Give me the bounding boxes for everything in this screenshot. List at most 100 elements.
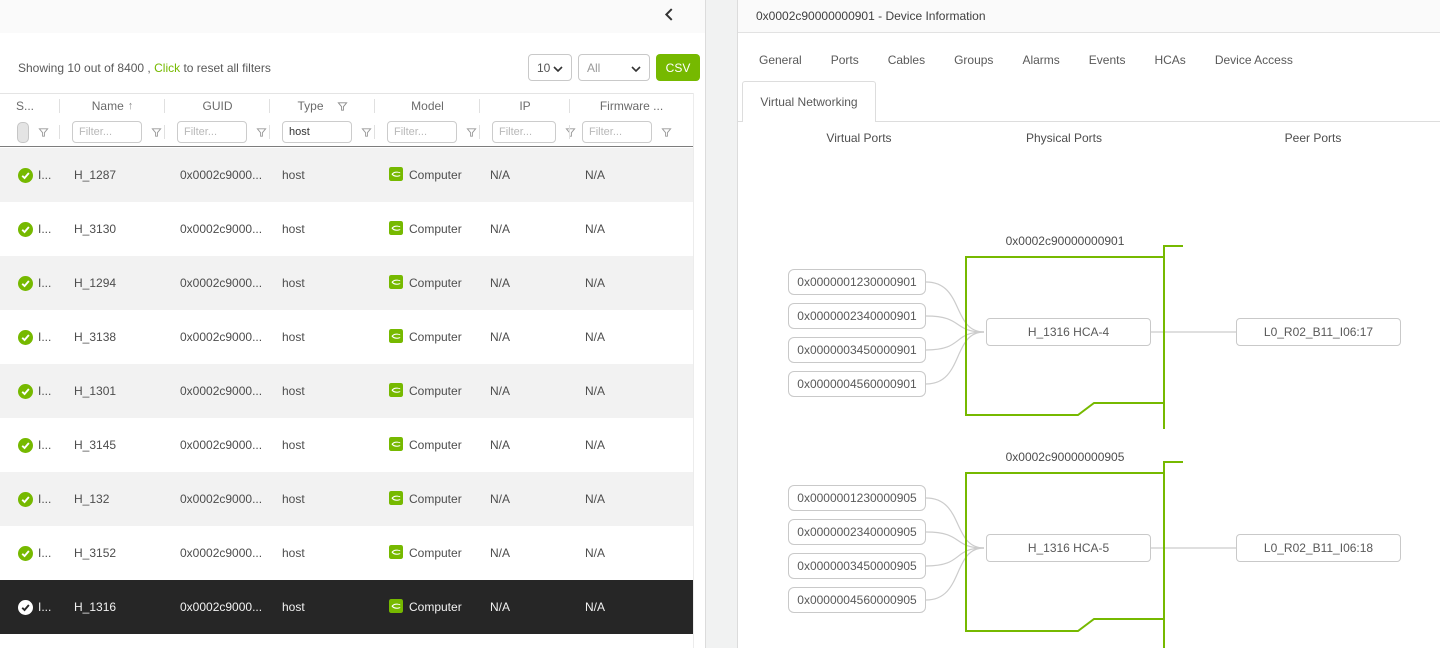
status-ok-icon xyxy=(18,492,33,507)
tab-device-access[interactable]: Device Access xyxy=(1215,53,1293,67)
table-row[interactable]: I... H_1294 0x0002c9000... host Computer… xyxy=(0,256,693,310)
status-ok-icon xyxy=(18,438,33,453)
tab-general[interactable]: General xyxy=(759,53,802,67)
device-info-header: 0x0002c90000000901 - Device Information xyxy=(738,0,1440,33)
virtual-port-box[interactable]: 0x0000004560000905 xyxy=(788,587,926,613)
nvidia-logo-icon xyxy=(389,221,403,238)
filter-funnel-icon[interactable] xyxy=(466,127,477,138)
virtual-port-box[interactable]: 0x0000004560000901 xyxy=(788,371,926,397)
vertical-scrollbar[interactable] xyxy=(693,93,705,648)
nvidia-logo-icon xyxy=(389,383,403,400)
cell-model: Computer xyxy=(409,546,462,560)
filter-scope-select[interactable]: All xyxy=(578,54,650,81)
status-ok-icon xyxy=(18,168,33,183)
cell-guid: 0x0002c9000... xyxy=(165,438,270,452)
ip-filter-input[interactable] xyxy=(492,121,556,143)
status-text: I... xyxy=(38,384,51,398)
column-header-guid[interactable]: GUID xyxy=(165,94,270,118)
column-header-ip[interactable]: IP xyxy=(480,94,570,118)
csv-export-button[interactable]: CSV xyxy=(656,54,700,81)
physical-port-box[interactable]: H_1316 HCA-5 xyxy=(986,534,1151,562)
virtual-port-box[interactable]: 0x0000003450000901 xyxy=(788,337,926,363)
virtual-port-box[interactable]: 0x0000002340000901 xyxy=(788,303,926,329)
table-row[interactable]: I... H_3145 0x0002c9000... host Computer… xyxy=(0,418,693,472)
virtual-port-box[interactable]: 0x0000001230000905 xyxy=(788,485,926,511)
firmware-filter-input[interactable] xyxy=(582,121,652,143)
status-filter-pill[interactable] xyxy=(17,122,29,143)
filter-funnel-icon[interactable] xyxy=(151,127,162,138)
table-row[interactable]: I... H_132 0x0002c9000... host Computer … xyxy=(0,472,693,526)
table-row-selected[interactable]: I... H_1316 0x0002c9000... host Computer… xyxy=(0,580,693,634)
sort-asc-icon: ↑ xyxy=(128,100,134,112)
name-filter-input[interactable] xyxy=(72,121,142,143)
table-row[interactable]: I... H_3130 0x0002c9000... host Computer… xyxy=(0,202,693,256)
cell-ip: N/A xyxy=(480,384,570,398)
peer-port-box[interactable]: L0_R02_B11_I06:18 xyxy=(1236,534,1401,562)
status-text: I... xyxy=(38,222,51,236)
tab-cables[interactable]: Cables xyxy=(888,53,925,67)
showing-count-text: Showing 10 out of 8400 , xyxy=(18,61,151,75)
model-filter-input[interactable] xyxy=(387,121,457,143)
tab-alarms[interactable]: Alarms xyxy=(1022,53,1059,67)
cell-firmware: N/A xyxy=(570,222,693,236)
filter-funnel-icon[interactable] xyxy=(361,127,372,138)
peer-port-box[interactable]: L0_R02_B11_I06:17 xyxy=(1236,318,1401,346)
cell-type: host xyxy=(270,330,375,344)
cell-firmware: N/A xyxy=(570,168,693,182)
table-row[interactable]: I... H_1301 0x0002c9000... host Computer… xyxy=(0,364,693,418)
status-ok-icon xyxy=(18,600,33,615)
filter-funnel-icon[interactable] xyxy=(38,127,49,138)
collapse-panel-button[interactable] xyxy=(659,8,677,26)
cell-guid: 0x0002c9000... xyxy=(165,600,270,614)
cell-guid: 0x0002c9000... xyxy=(165,222,270,236)
nvidia-logo-icon xyxy=(389,491,403,508)
table-row[interactable]: I... H_3138 0x0002c9000... host Computer… xyxy=(0,310,693,364)
table-row[interactable]: I... H_3152 0x0002c9000... host Computer… xyxy=(0,526,693,580)
cell-ip: N/A xyxy=(480,222,570,236)
cell-ip: N/A xyxy=(480,168,570,182)
virtual-port-box[interactable]: 0x0000002340000905 xyxy=(788,519,926,545)
cell-model: Computer xyxy=(409,330,462,344)
type-filter-input[interactable] xyxy=(282,121,352,143)
cell-guid: 0x0002c9000... xyxy=(165,546,270,560)
page-size-select[interactable]: 10 xyxy=(528,54,572,81)
cell-firmware: N/A xyxy=(570,492,693,506)
cell-name: H_3145 xyxy=(60,438,165,452)
virtual-port-box[interactable]: 0x0000003450000905 xyxy=(788,553,926,579)
guid-filter-input[interactable] xyxy=(177,121,247,143)
filter-funnel-icon[interactable] xyxy=(661,127,672,138)
tab-events[interactable]: Events xyxy=(1089,53,1126,67)
cell-name: H_132 xyxy=(60,492,165,506)
page-size-value: 10 xyxy=(537,61,550,75)
cell-firmware: N/A xyxy=(570,438,693,452)
tab-groups[interactable]: Groups xyxy=(954,53,993,67)
cell-type: host xyxy=(270,168,375,182)
cell-ip: N/A xyxy=(480,330,570,344)
tab-ports[interactable]: Ports xyxy=(831,53,859,67)
cell-type: host xyxy=(270,438,375,452)
column-header-name[interactable]: Name↑ xyxy=(60,94,165,118)
cell-firmware: N/A xyxy=(570,330,693,344)
cell-name: H_3152 xyxy=(60,546,165,560)
cell-model: Computer xyxy=(409,492,462,506)
status-ok-icon xyxy=(18,276,33,291)
cell-name: H_1301 xyxy=(60,384,165,398)
reset-filters-link[interactable]: Click xyxy=(154,61,180,75)
tab-hcas[interactable]: HCAs xyxy=(1154,53,1185,67)
filter-funnel-icon[interactable] xyxy=(256,127,267,138)
column-header-type[interactable]: Type xyxy=(270,94,375,118)
cell-guid: 0x0002c9000... xyxy=(165,168,270,182)
cell-name: H_1287 xyxy=(60,168,165,182)
physical-port-box[interactable]: H_1316 HCA-4 xyxy=(986,318,1151,346)
column-header-status[interactable]: S... xyxy=(0,94,60,118)
table-row[interactable]: I... H_1287 0x0002c9000... host Computer… xyxy=(0,148,693,202)
column-header-model[interactable]: Model xyxy=(375,94,480,118)
chevron-down-icon xyxy=(631,61,641,75)
chevron-left-icon xyxy=(664,8,673,26)
nvidia-logo-icon xyxy=(389,437,403,454)
cell-ip: N/A xyxy=(480,276,570,290)
cell-model: Computer xyxy=(409,222,462,236)
virtual-port-box[interactable]: 0x0000001230000901 xyxy=(788,269,926,295)
tab-virtual-networking[interactable]: Virtual Networking xyxy=(742,81,876,122)
column-header-firmware[interactable]: Firmware ... xyxy=(570,94,693,118)
